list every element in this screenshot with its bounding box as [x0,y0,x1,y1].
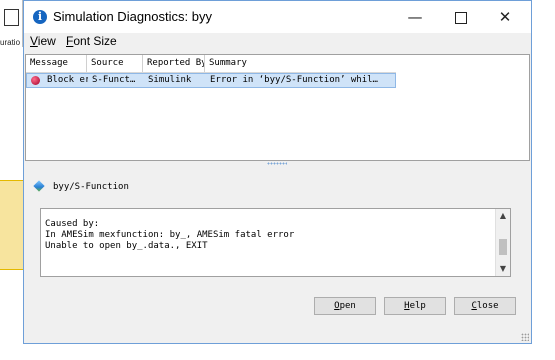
menu-bar: View Font Size [24,33,531,51]
open-button[interactable]: Open [314,297,376,315]
table-header: Message Source Reported By Summary [26,55,396,73]
cell-message: Block er… [47,75,88,85]
details-scrollbar[interactable]: ▲ ▼ [495,209,510,276]
detail-title[interactable]: byy/S-Function [53,180,129,194]
detail-line: Caused by: [45,219,100,229]
info-icon: i [33,10,47,24]
help-button[interactable]: Help [384,297,446,315]
menu-view-label: iew [37,34,56,48]
minimize-button[interactable]: — [395,1,435,33]
column-header-reported-by[interactable]: Reported By [143,55,205,72]
column-header-source[interactable]: Source [87,55,143,72]
close-button[interactable]: Close [454,297,516,315]
column-header-message[interactable]: Message [26,55,87,72]
scroll-down-icon[interactable]: ▼ [496,262,510,276]
scroll-thumb[interactable] [499,239,507,255]
close-label: lose [476,301,499,311]
menu-font-size[interactable]: Font Size [66,34,117,48]
scroll-up-icon[interactable]: ▲ [496,209,510,223]
detail-line: In AMESim mexfunction: by_, AMESim fatal… [45,230,295,240]
close-window-button[interactable]: ✕ [485,1,525,33]
cell-source: S-Funct… [92,75,136,85]
maximize-button[interactable] [441,1,481,33]
menu-font-label: ont Size [73,34,117,48]
resize-grip[interactable] [521,333,529,341]
diagnostics-window: i Simulation Diagnostics: byy — ✕ View F… [23,0,532,344]
block-icon [33,180,45,192]
window-title: Simulation Diagnostics: byy [53,9,212,24]
detail-line: Unable to open by_.data., EXIT [45,241,208,251]
cell-reported-by: Simulink [148,75,192,85]
cell-summary: Error in ‘byy/S-Function’ whil… [210,75,378,85]
message-details[interactable]: Caused by: In AMESim mexfunction: by_, A… [40,208,511,277]
title-bar: i Simulation Diagnostics: byy — ✕ [24,1,531,33]
error-icon [31,76,40,85]
background-block: uratio [0,0,23,47]
background-annotation [0,180,24,270]
help-label: elp [409,301,426,311]
message-table: Message Source Reported By Summary Block… [25,54,530,161]
background-block-label: uratio [0,38,21,47]
maximize-icon [455,11,467,24]
table-row[interactable]: Block er… S-Funct… Simulink Error in ‘by… [26,73,396,88]
menu-view[interactable]: View [30,34,56,48]
pane-splitter[interactable] [267,162,287,165]
open-label: pen [339,301,356,311]
column-header-summary[interactable]: Summary [205,55,396,72]
background-block-icon [4,9,19,26]
menu-view-mnemonic: V [30,34,38,48]
